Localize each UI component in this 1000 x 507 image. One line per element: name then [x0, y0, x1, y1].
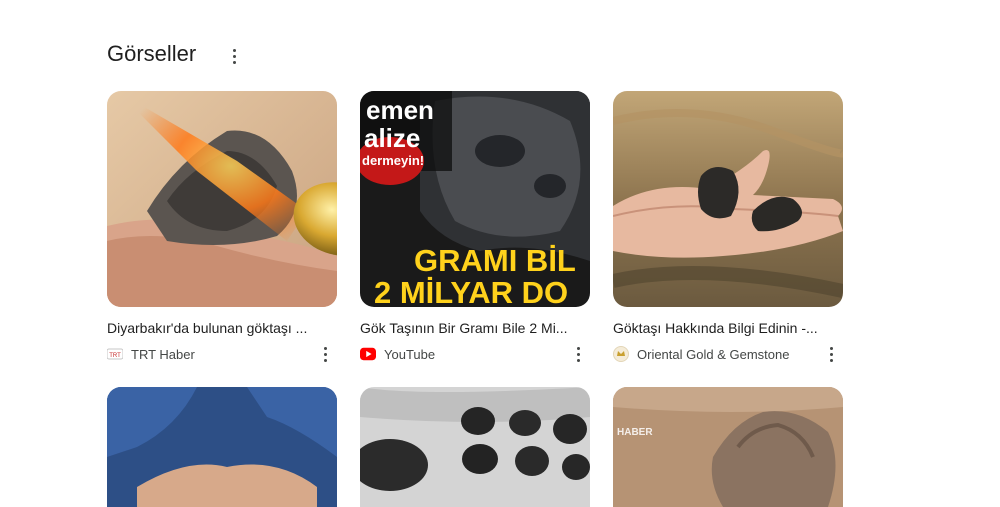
more-vert-icon — [576, 346, 580, 362]
card-more-button[interactable] — [568, 344, 588, 364]
section-title: Görseller — [107, 41, 197, 66]
hands-holding-stone-image — [107, 387, 337, 507]
youtube-icon — [360, 346, 376, 362]
more-vert-icon — [232, 48, 236, 64]
stones-on-palm-image — [613, 91, 843, 307]
more-vert-icon — [829, 346, 833, 362]
image-thumbnail[interactable] — [613, 91, 843, 307]
oriental-gold-favicon — [613, 346, 629, 362]
image-title[interactable]: Gök Taşının Bir Gramı Bile 2 Mi... — [360, 319, 590, 337]
svg-text:2 MİLYAR DO: 2 MİLYAR DO — [374, 275, 568, 307]
svg-text:dermeyin!: dermeyin! — [362, 153, 424, 168]
svg-text:emen: emen — [366, 95, 434, 125]
black-stones-image — [360, 387, 590, 507]
image-card — [360, 387, 590, 507]
svg-text:GRAMI BİL: GRAMI BİL — [414, 243, 576, 278]
card-more-button[interactable] — [821, 344, 841, 364]
image-thumbnail[interactable] — [107, 91, 337, 307]
image-thumbnail[interactable]: HABER — [613, 387, 843, 507]
image-card: HABER — [613, 387, 843, 507]
svg-text:TRT: TRT — [109, 353, 121, 359]
image-thumbnail[interactable] — [107, 387, 337, 507]
svg-text:alize: alize — [364, 123, 420, 153]
watermark-text: HABER — [617, 427, 653, 438]
image-thumbnail[interactable] — [360, 387, 590, 507]
image-thumbnail[interactable]: emen alize dermeyin! GRAMI BİL 2 MİLYAR … — [360, 91, 590, 307]
card-more-button[interactable] — [315, 344, 335, 364]
rock-on-ground-image: HABER — [613, 387, 843, 507]
trt-favicon: TRT — [107, 346, 123, 362]
image-card: emen alize dermeyin! GRAMI BİL 2 MİLYAR … — [360, 91, 590, 364]
image-card: Göktaşı Hakkında Bilgi Edinin -... Orien… — [613, 91, 843, 364]
source-name[interactable]: YouTube — [384, 347, 435, 362]
image-card: Diyarbakır'da bulunan göktaşı ... TRT TR… — [107, 91, 337, 364]
source-name[interactable]: TRT Haber — [131, 347, 195, 362]
source-name[interactable]: Oriental Gold & Gemstone — [637, 347, 789, 362]
meteorite-in-hand-image — [107, 91, 337, 307]
image-title[interactable]: Göktaşı Hakkında Bilgi Edinin -... — [613, 319, 843, 337]
more-vert-icon — [323, 346, 327, 362]
image-card — [107, 387, 337, 507]
section-more-button[interactable] — [222, 42, 246, 70]
image-title[interactable]: Diyarbakır'da bulunan göktaşı ... — [107, 319, 337, 337]
meteorite-video-thumbnail: emen alize dermeyin! GRAMI BİL 2 MİLYAR … — [360, 91, 590, 307]
